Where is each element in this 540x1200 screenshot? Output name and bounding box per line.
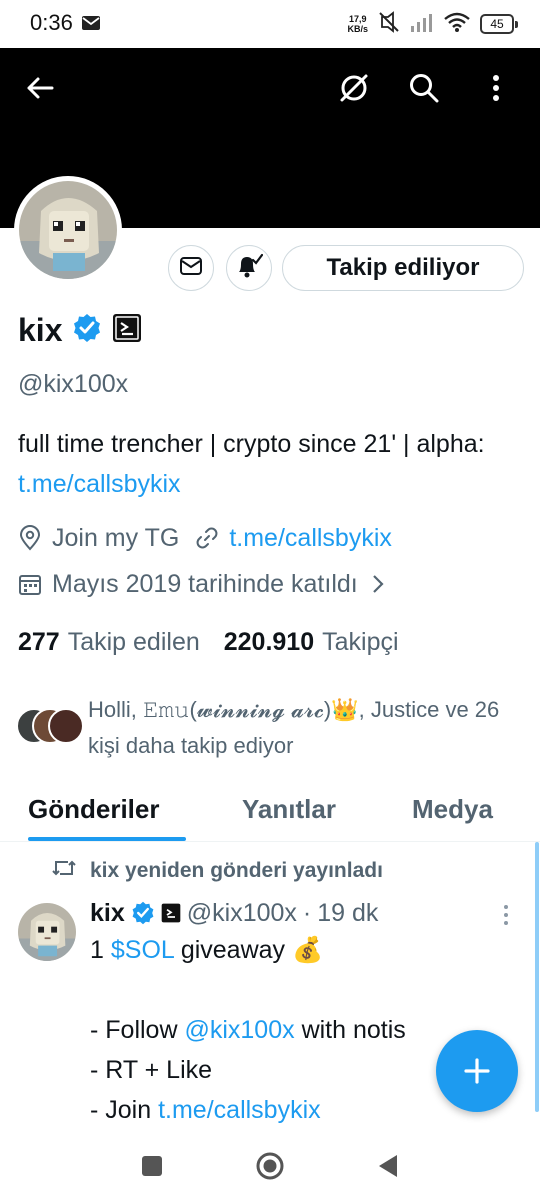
cashtag-link[interactable]: $SOL: [111, 936, 174, 964]
home-circle-icon[interactable]: [254, 1150, 286, 1182]
affiliate-badge-icon[interactable]: [112, 313, 142, 348]
tab-posts[interactable]: Gönderiler: [28, 794, 159, 825]
status-time: 0:36: [30, 10, 73, 35]
status-bar: 0:36 17,9 KB/s 45: [0, 0, 540, 48]
bio-link[interactable]: t.me/callsbykix: [18, 470, 181, 498]
message-button[interactable]: [168, 245, 214, 291]
calendar-icon: [18, 572, 42, 596]
following-button[interactable]: Takip ediliyor: [282, 245, 524, 291]
post-header: kix @kix100x · 19 dk: [90, 896, 378, 930]
repost-icon: [52, 858, 76, 884]
followed-by-text: Holli, 𝙴𝚖𝚞(𝔀𝓲𝓷𝓷𝓲𝓷𝓰 𝓪𝓻𝓬)👑, Justice ve 26 …: [88, 697, 500, 758]
post-link[interactable]: t.me/callsbykix: [158, 1096, 321, 1124]
avatar: [48, 708, 84, 744]
active-tab-indicator: [28, 837, 186, 841]
profile-joined-row[interactable]: Mayıs 2019 tarihinde katıldı: [18, 566, 384, 602]
network-speed: 17,9 KB/s: [347, 14, 368, 34]
system-nav-bar: [0, 1132, 540, 1200]
followers-you-know-avatars: [16, 708, 86, 748]
mail-icon: [180, 256, 202, 280]
grok-icon[interactable]: [334, 68, 374, 108]
muted-icon: [378, 10, 400, 38]
notifications-button[interactable]: [226, 245, 272, 291]
profile-avatar[interactable]: [14, 176, 122, 284]
profile-joined-date: Mayıs 2019 tarihinde katıldı: [52, 569, 358, 598]
wifi-icon: [444, 12, 470, 37]
back-arrow-icon[interactable]: [20, 68, 60, 108]
following-stat[interactable]: 277 Takip edilen: [18, 628, 200, 657]
more-vertical-icon[interactable]: [476, 68, 516, 108]
followed-by-summary[interactable]: Holli, 𝙴𝚖𝚞(𝔀𝓲𝓷𝓷𝓲𝓷𝓰 𝓪𝓻𝓬)👑, Justice ve 26 …: [16, 690, 526, 770]
mail-icon: [82, 16, 100, 35]
recents-square-icon[interactable]: [136, 1150, 168, 1182]
post-more-icon[interactable]: [502, 904, 510, 931]
affiliate-badge-icon: [161, 903, 181, 923]
compose-post-button[interactable]: [436, 1030, 518, 1112]
avatar-image: [19, 181, 117, 279]
profile-handle: @kix100x: [18, 370, 129, 398]
tab-media[interactable]: Medya: [412, 794, 493, 825]
link-icon: [195, 526, 219, 550]
post-time: 19 dk: [317, 898, 379, 927]
bio-text: full time trencher | crypto since 21' | …: [18, 430, 485, 458]
profile-name: kix: [18, 311, 63, 348]
mention-link[interactable]: @kix100x: [184, 1016, 294, 1044]
profile-location: Join my TG: [52, 523, 180, 552]
chevron-right-icon: [372, 574, 384, 594]
post-line: 1 $SOL giveaway 💰: [90, 936, 324, 964]
tab-replies[interactable]: Yanıtlar: [242, 794, 336, 825]
profile-tabs: Gönderiler Yanıtlar Medya: [0, 780, 540, 842]
back-triangle-icon[interactable]: [372, 1150, 404, 1182]
search-icon[interactable]: [404, 68, 444, 108]
post-author-handle: @kix100x: [186, 898, 297, 927]
profile-website-link[interactable]: t.me/callsbykix: [229, 524, 392, 553]
profile-bio: full time trencher | crypto since 21' | …: [18, 424, 528, 504]
verified-badge-icon: [131, 901, 155, 925]
signal-icon: [410, 12, 434, 37]
post-author-name[interactable]: kix: [90, 899, 125, 928]
followers-stat[interactable]: 220.910 Takipçi: [224, 628, 399, 657]
follow-stats: 277 Takip edilen 220.910 Takipçi: [18, 624, 399, 660]
scrollbar[interactable]: [535, 842, 539, 1112]
location-icon: [18, 525, 42, 551]
battery-icon: 45: [480, 14, 518, 34]
repost-context: kix yeniden gönderi yayınladı: [52, 856, 383, 886]
profile-meta-row: Join my TG t.me/callsbykix: [18, 520, 392, 556]
plus-icon: [463, 1057, 491, 1085]
status-icons: 17,9 KB/s 45: [347, 10, 518, 38]
profile-name-row: kix: [18, 310, 142, 350]
verified-badge-icon: [72, 313, 102, 348]
post-separator: ·: [302, 898, 312, 927]
bell-check-icon: [235, 253, 264, 284]
post-author-avatar[interactable]: [18, 903, 76, 961]
repost-label: kix yeniden gönderi yayınladı: [90, 859, 383, 882]
